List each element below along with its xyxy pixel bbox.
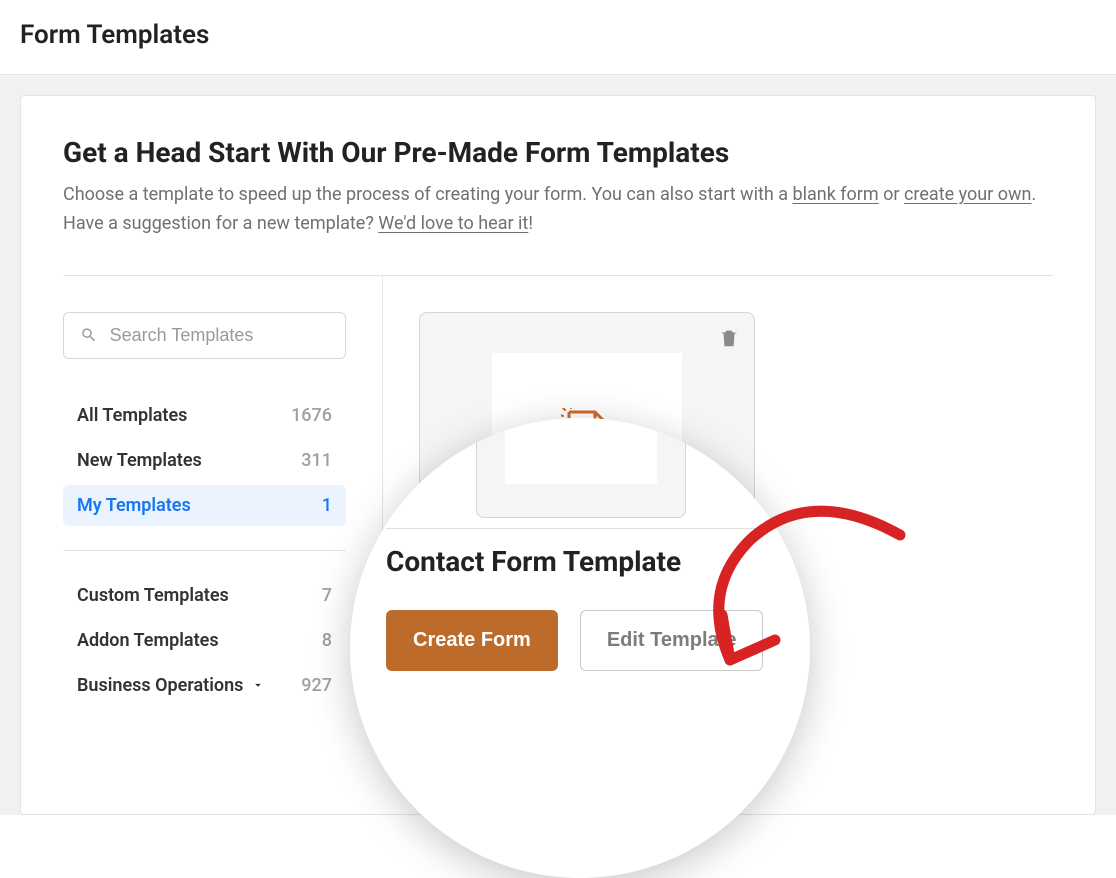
sidebar: All Templates 1676 New Templates 311 My … — [63, 276, 383, 754]
template-title: Contact Form Template — [386, 545, 782, 578]
search-icon — [80, 325, 98, 345]
create-your-own-link[interactable]: create your own — [904, 184, 1031, 205]
sidebar-item-all-templates[interactable]: All Templates 1676 — [63, 395, 346, 436]
sidebar-item-new-templates[interactable]: New Templates 311 — [63, 440, 346, 481]
secondary-category-list: Custom Templates 7 Addon Templates 8 Bus… — [63, 575, 346, 706]
sidebar-item-business-operations[interactable]: Business Operations 927 — [63, 665, 346, 706]
create-form-button[interactable]: Create Form — [386, 610, 558, 671]
delete-template-button[interactable] — [718, 327, 740, 349]
zoom-callout: Contact Form Template Create Form Edit T… — [350, 418, 810, 878]
edit-template-button[interactable]: Edit Template — [580, 610, 764, 671]
search-box[interactable] — [63, 312, 346, 359]
chevron-down-icon — [251, 678, 265, 692]
sidebar-item-addon-templates[interactable]: Addon Templates 8 — [63, 620, 346, 661]
primary-category-list: All Templates 1676 New Templates 311 My … — [63, 395, 346, 526]
sidebar-item-my-templates[interactable]: My Templates 1 — [63, 485, 346, 526]
trash-icon — [718, 327, 740, 349]
card-heading: Get a Head Start With Our Pre-Made Form … — [63, 136, 1053, 169]
search-input[interactable] — [110, 325, 329, 346]
page-title: Form Templates — [20, 20, 1096, 50]
page-header: Form Templates — [0, 0, 1116, 75]
sidebar-item-custom-templates[interactable]: Custom Templates 7 — [63, 575, 346, 616]
divider — [63, 550, 346, 551]
card-description: Choose a template to speed up the proces… — [63, 181, 1053, 239]
feedback-link[interactable]: We'd love to hear it — [378, 213, 528, 234]
blank-form-link[interactable]: blank form — [792, 184, 878, 205]
